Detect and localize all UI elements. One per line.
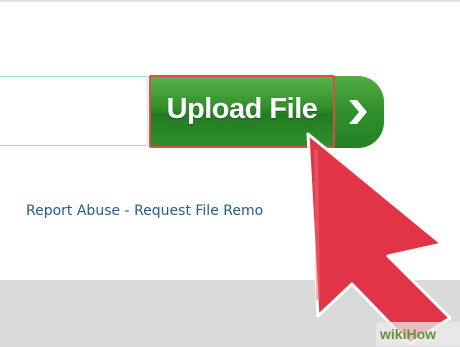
page-content: Upload File Report Abuse - Request File … [0, 0, 460, 280]
watermark-how: How [406, 326, 437, 342]
request-file-removal-link[interactable]: Request File Remo [134, 203, 263, 219]
link-separator: - [120, 203, 135, 219]
footer-links: Report Abuse - Request File Remo [26, 203, 312, 219]
wikihow-watermark: wiki How [376, 322, 460, 346]
next-arrow-button[interactable] [332, 76, 384, 148]
chevron-right-icon [349, 100, 367, 124]
watermark-wiki: wiki [380, 326, 407, 342]
upload-file-button[interactable]: Upload File [149, 75, 335, 148]
file-path-input[interactable] [0, 76, 148, 146]
report-abuse-link[interactable]: Report Abuse [26, 203, 120, 219]
top-divider [0, 0, 460, 2]
